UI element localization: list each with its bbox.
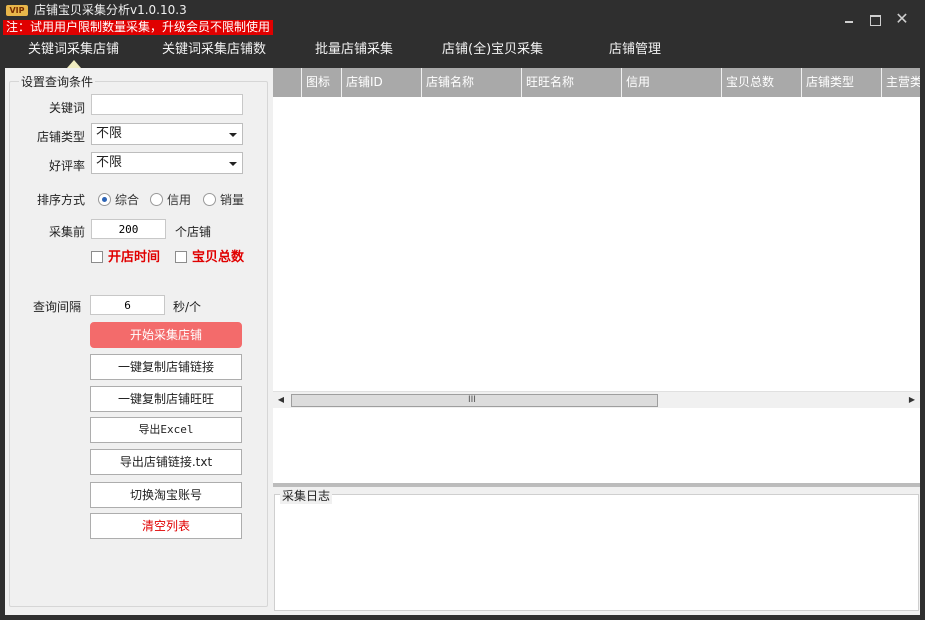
checkbox-icon: [175, 250, 187, 263]
rating-label: 好评率: [48, 159, 85, 173]
column-header-shop-type[interactable]: 店铺类型: [802, 68, 882, 97]
column-header-select[interactable]: [273, 68, 302, 97]
item-total-label: 宝贝总数: [192, 250, 245, 265]
copy-shop-links-button[interactable]: 一键复制店铺链接: [90, 354, 242, 380]
clear-list-button[interactable]: 清空列表: [90, 513, 242, 539]
scroll-left-icon[interactable]: ◀: [276, 395, 286, 405]
collect-log-title: 采集日志: [280, 487, 333, 504]
tab-batch-shop-collect[interactable]: 批量店铺采集: [315, 40, 393, 60]
scroll-thumb[interactable]: III: [291, 394, 658, 407]
column-header-wangwang[interactable]: 旺旺名称: [522, 68, 622, 97]
interval-input[interactable]: [90, 295, 165, 315]
column-header-shop-id[interactable]: 店铺ID: [342, 68, 422, 97]
query-group-title: 设置查询条件: [19, 73, 96, 90]
tab-keyword-collect-shops[interactable]: 关键词采集店铺: [28, 40, 119, 68]
main-nav: 关键词采集店铺 关键词采集店铺数 批量店铺采集 店铺(全)宝贝采集 店铺管理: [0, 38, 925, 68]
checkbox-icon: [91, 250, 103, 263]
column-header-credit[interactable]: 信用: [622, 68, 722, 97]
rating-select[interactable]: 不限: [91, 152, 243, 174]
chevron-down-icon: [229, 162, 237, 166]
radio-icon: [98, 193, 111, 206]
vip-badge: VIP: [6, 5, 28, 16]
scroll-right-icon[interactable]: ▶: [907, 395, 917, 405]
scroll-grip: III: [468, 395, 476, 405]
minimize-icon[interactable]: [840, 10, 858, 28]
close-icon[interactable]: ✕: [893, 10, 911, 28]
export-excel-button[interactable]: 导出Excel: [90, 417, 242, 443]
sort-option-label: 销量: [220, 193, 245, 207]
horizontal-scrollbar[interactable]: ◀ III ▶: [273, 391, 920, 408]
switch-account-button[interactable]: 切换淘宝账号: [90, 482, 242, 508]
interval-label: 查询间隔: [32, 300, 81, 314]
shop-type-value: 不限: [96, 126, 123, 141]
radio-icon: [150, 193, 163, 206]
collect-count-input[interactable]: [91, 219, 166, 239]
tab-shop-management[interactable]: 店铺管理: [609, 40, 661, 60]
maximize-icon[interactable]: [866, 10, 884, 28]
open-time-label: 开店时间: [108, 250, 161, 265]
collect-count-label: 采集前: [48, 225, 85, 239]
query-panel: 设置查询条件 关键词 店铺类型 不限 好评率 不限 排序方式 综合 信用 销量 …: [5, 68, 270, 615]
sort-label: 排序方式: [36, 193, 85, 207]
sort-option-comprehensive[interactable]: 综合: [98, 191, 139, 207]
grid-body[interactable]: [273, 97, 920, 391]
collect-log[interactable]: [274, 494, 919, 611]
open-time-checkbox[interactable]: 开店时间: [91, 246, 161, 265]
export-txt-button[interactable]: 导出店铺链接.txt: [90, 449, 242, 475]
radio-icon: [203, 193, 216, 206]
panel-splitter[interactable]: [273, 483, 920, 487]
keyword-label: 关键词: [48, 101, 85, 115]
title-bar: VIP 店铺宝贝采集分析v1.0.10.3 注：试用用户限制数量采集，升级会员不…: [0, 0, 925, 38]
grid-header: 图标 店铺ID 店铺名称 旺旺名称 信用 宝贝总数 店铺类型 主营类: [273, 68, 920, 97]
sort-option-label: 信用: [167, 193, 192, 207]
tab-shop-all-items[interactable]: 店铺(全)宝贝采集: [442, 40, 543, 60]
results-grid[interactable]: 图标 店铺ID 店铺名称 旺旺名称 信用 宝贝总数 店铺类型 主营类 ◀ III…: [273, 68, 920, 483]
sort-option-sales[interactable]: 销量: [203, 191, 244, 207]
item-total-checkbox[interactable]: 宝贝总数: [175, 246, 245, 265]
chevron-down-icon: [229, 133, 237, 137]
sort-option-credit[interactable]: 信用: [150, 191, 191, 207]
trial-notice: 注：试用用户限制数量采集，升级会员不限制使用: [3, 20, 274, 35]
shop-type-label: 店铺类型: [36, 130, 85, 144]
rating-value: 不限: [96, 155, 123, 170]
collect-count-unit: 个店铺: [175, 225, 212, 239]
app-title: 店铺宝贝采集分析v1.0.10.3: [34, 3, 187, 17]
column-header-shop-name[interactable]: 店铺名称: [422, 68, 522, 97]
copy-shop-wangwang-button[interactable]: 一键复制店铺旺旺: [90, 386, 242, 412]
column-header-item-total[interactable]: 宝贝总数: [722, 68, 802, 97]
grid-empty-area: [273, 409, 920, 483]
column-header-icon[interactable]: 图标: [302, 68, 342, 97]
shop-type-select[interactable]: 不限: [91, 123, 243, 145]
column-header-main-category[interactable]: 主营类: [882, 68, 920, 97]
interval-unit: 秒/个: [173, 300, 202, 314]
tab-keyword-shop-count[interactable]: 关键词采集店铺数: [162, 40, 266, 60]
start-collect-button[interactable]: 开始采集店铺: [90, 322, 242, 348]
sort-option-label: 综合: [115, 193, 140, 207]
keyword-input[interactable]: [91, 94, 243, 115]
main-content: 设置查询条件 关键词 店铺类型 不限 好评率 不限 排序方式 综合 信用 销量 …: [5, 68, 920, 615]
